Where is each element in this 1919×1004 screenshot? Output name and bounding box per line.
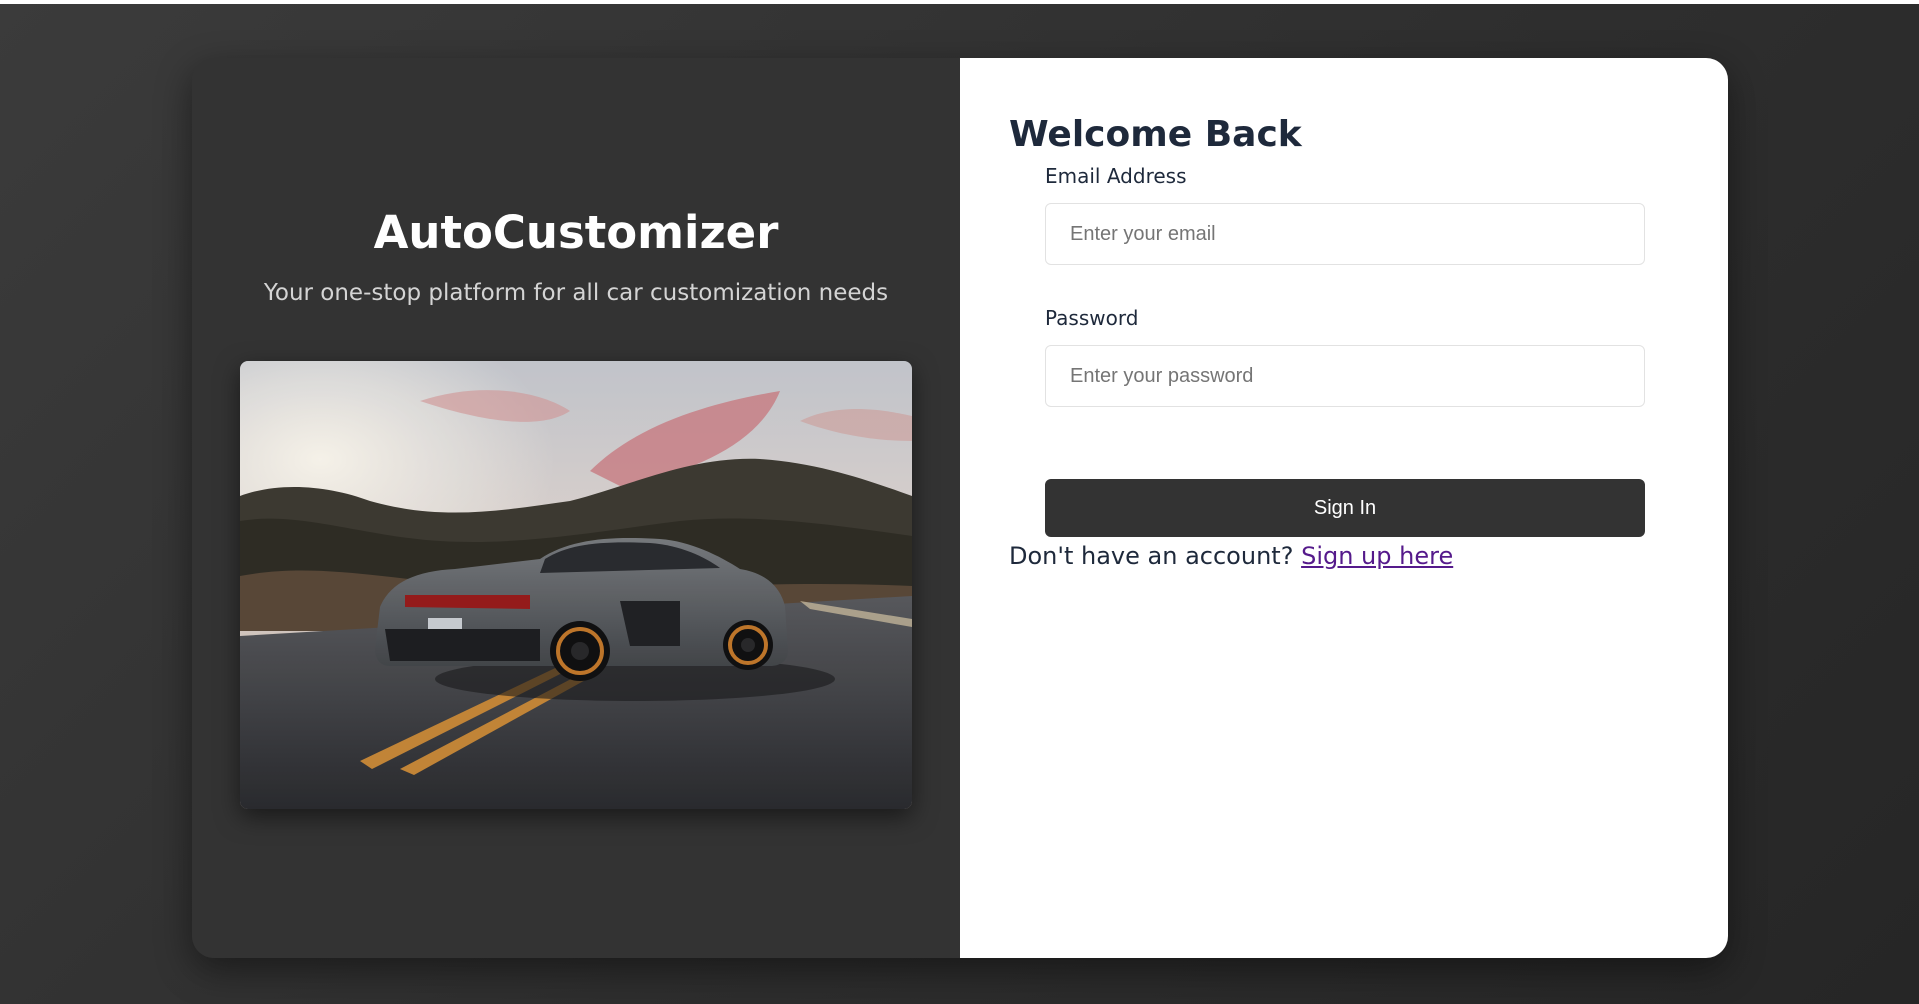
login-panel: Welcome Back Email Address Password Sign… xyxy=(960,58,1728,958)
form-title: Welcome Back xyxy=(1009,114,1302,155)
email-label: Email Address xyxy=(1045,164,1187,188)
brand-tagline: Your one-stop platform for all car custo… xyxy=(263,280,889,306)
sign-up-link[interactable]: Sign up here xyxy=(1301,542,1453,570)
sign-in-button[interactable]: Sign In xyxy=(1045,479,1645,537)
signup-prompt: Don't have an account? Sign up here xyxy=(1009,542,1453,570)
brand-panel: AutoCustomizer Your one-stop platform fo… xyxy=(192,58,960,958)
hero-car-image xyxy=(240,361,912,809)
login-card: AutoCustomizer Your one-stop platform fo… xyxy=(192,58,1728,958)
email-input[interactable] xyxy=(1045,203,1645,265)
signup-prompt-text: Don't have an account? xyxy=(1009,542,1294,570)
password-input[interactable] xyxy=(1045,345,1645,407)
brand-title: AutoCustomizer xyxy=(373,206,779,259)
password-label: Password xyxy=(1045,306,1139,330)
